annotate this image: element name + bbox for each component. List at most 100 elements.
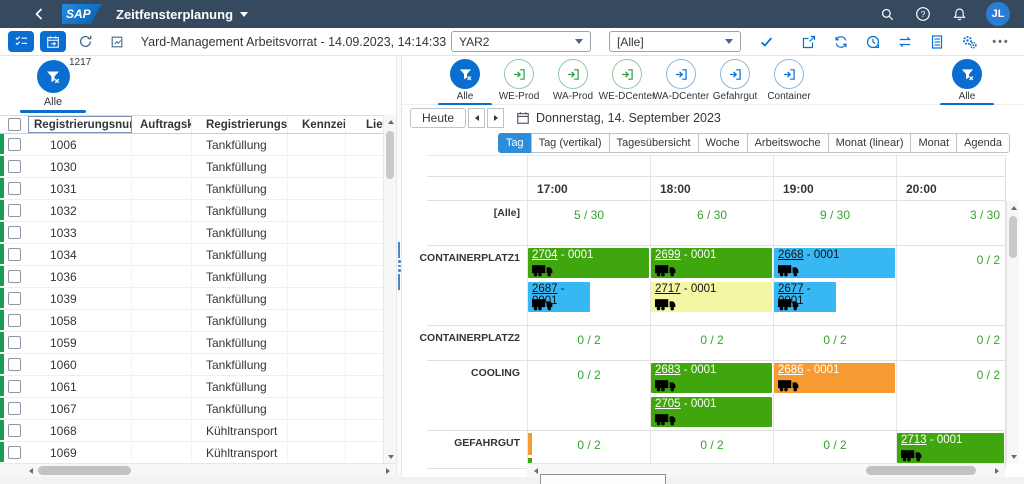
row-checkbox[interactable] (0, 244, 28, 265)
checkbox-icon[interactable] (8, 446, 21, 459)
app-title-menu[interactable]: Zeitfensterplanung (116, 7, 248, 22)
calendar-filter-chip-wa-prod[interactable]: WA-Prod (546, 59, 600, 102)
row-checkbox[interactable] (0, 156, 28, 177)
calendar-toggle-button[interactable] (40, 31, 66, 52)
search-icon[interactable] (878, 5, 896, 23)
calendar-filter-chip-gefahrgut[interactable]: Gefahrgut (708, 59, 762, 102)
help-icon[interactable]: ? (914, 5, 932, 23)
calendar-cell[interactable]: 5 / 30 (527, 201, 650, 245)
column-header-2[interactable]: Registrierungsprofil (192, 116, 288, 133)
table-row[interactable]: 1060Tankfüllung (0, 354, 390, 376)
table-vertical-scrollbar[interactable] (383, 115, 396, 463)
appointment[interactable]: 2686 - 0001 (774, 363, 895, 393)
row-checkbox[interactable] (0, 178, 28, 199)
table-row[interactable]: 1034Tankfüllung (0, 244, 390, 266)
appointment-id[interactable]: 2704 (532, 249, 558, 261)
calendar-cell[interactable]: 0 / 2 (773, 326, 896, 360)
share-icon[interactable] (800, 33, 818, 51)
table-row[interactable]: 1033Tankfüllung (0, 222, 390, 244)
view-tab-monat[interactable]: Monat (910, 133, 957, 153)
checkbox-icon[interactable] (8, 292, 21, 305)
column-header-1[interactable]: Auftragskey (132, 116, 192, 133)
calendar-cell[interactable]: 3 / 30 (896, 201, 1006, 245)
row-checkbox[interactable] (0, 442, 28, 463)
calendar-cell[interactable]: 2686 - 0001 (773, 361, 896, 430)
scrollbar-thumb[interactable] (866, 466, 976, 475)
scroll-right-arrow[interactable] (381, 464, 394, 477)
table-row[interactable]: 1039Tankfüllung (0, 288, 390, 310)
row-checkbox[interactable] (0, 332, 28, 353)
checkbox-icon[interactable] (8, 314, 21, 327)
row-checkbox[interactable] (0, 134, 28, 155)
checkbox-icon[interactable] (8, 402, 21, 415)
appointment-id[interactable]: 2683 (655, 364, 681, 376)
table-row[interactable]: 1061Tankfüllung (0, 376, 390, 398)
checkbox-icon[interactable] (8, 336, 21, 349)
appointment[interactable]: 2717 - 0001 (651, 282, 772, 312)
filter-select[interactable]: [Alle] (609, 31, 741, 52)
scrollbar-thumb[interactable] (38, 466, 131, 475)
row-checkbox[interactable] (0, 200, 28, 221)
appointment-id[interactable]: 2705 (655, 398, 681, 410)
row-checkbox[interactable] (0, 376, 28, 397)
table-row[interactable]: 1036Tankfüllung (0, 266, 390, 288)
history-clock-icon[interactable] (864, 33, 882, 51)
calendar-filter-chip-we-prod[interactable]: WE-Prod (492, 59, 546, 102)
appointment-id[interactable]: 2668 (778, 249, 804, 261)
view-tab-arbeitswoche[interactable]: Arbeitswoche (747, 133, 829, 153)
appointment-id[interactable]: 2687 (532, 283, 558, 295)
worklist-toggle-button[interactable] (8, 31, 34, 52)
checkbox-icon[interactable] (8, 118, 21, 131)
appointment[interactable]: 2683 - 0001 (651, 363, 772, 393)
scroll-right-arrow[interactable] (990, 464, 1003, 477)
appointment[interactable]: 2705 - 0001 (651, 397, 772, 427)
calendar-cell[interactable]: 0 / 2 (527, 326, 650, 360)
calendar-cell[interactable]: 0 / 2 (650, 326, 773, 360)
column-header-3[interactable]: Kennzeichen (288, 116, 346, 133)
calendar-cell[interactable]: 0 / 2 (527, 361, 650, 430)
table-row[interactable]: 1030Tankfüllung (0, 156, 390, 178)
table-row[interactable]: 1032Tankfüllung (0, 200, 390, 222)
calendar-filter-chip-container[interactable]: Container (762, 59, 816, 102)
row-checkbox[interactable] (0, 288, 28, 309)
calendar-cell[interactable]: 9 / 30 (773, 201, 896, 245)
row-checkbox[interactable] (0, 266, 28, 287)
scroll-left-arrow[interactable] (24, 464, 37, 477)
checkbox-icon[interactable] (8, 358, 21, 371)
table-row[interactable]: 1067Tankfüllung (0, 398, 390, 420)
column-header-0[interactable]: Registrierungsnummer (28, 116, 132, 133)
scrollbar-thumb[interactable] (386, 131, 394, 179)
checkbox-icon[interactable] (8, 424, 21, 437)
checkbox-icon[interactable] (8, 226, 21, 239)
legend-list-icon[interactable] (928, 33, 946, 51)
checkbox-icon[interactable] (8, 160, 21, 173)
scroll-up-arrow[interactable] (1007, 201, 1020, 214)
back-icon[interactable] (24, 7, 54, 21)
calendar-filter-chip-alle[interactable]: Alle (438, 59, 492, 106)
appointment-id[interactable]: 2717 (655, 283, 681, 295)
refresh-icon[interactable] (832, 33, 850, 51)
splitter-grip[interactable] (398, 242, 401, 290)
checkbox-icon[interactable] (8, 204, 21, 217)
table-horizontal-scrollbar[interactable] (0, 463, 396, 477)
table-row[interactable]: 1031Tankfüllung (0, 178, 390, 200)
notifications-bell-icon[interactable] (950, 5, 968, 23)
calendar-cell[interactable]: 0 / 2 (896, 361, 1006, 430)
select-all-checkbox[interactable] (0, 116, 28, 133)
row-checkbox[interactable] (0, 354, 28, 375)
calendar-filter-chip-wa-dcenter[interactable]: WA-DCenter (654, 59, 708, 102)
today-button[interactable]: Heute (410, 108, 466, 128)
view-tab-tag-vertikal-[interactable]: Tag (vertikal) (531, 133, 610, 153)
export-image-icon[interactable] (104, 31, 130, 52)
appointment[interactable]: 2713 - 0001 (897, 433, 1004, 463)
appointment-id[interactable]: 2677 (778, 283, 804, 295)
next-day-button[interactable] (487, 108, 504, 128)
checkbox-icon[interactable] (8, 380, 21, 393)
calendar-cell[interactable]: 2668 - 00012677 - 0001 (773, 246, 896, 325)
table-row[interactable]: 1059Tankfüllung (0, 332, 390, 354)
checkbox-icon[interactable] (8, 270, 21, 283)
calendar-cell[interactable]: 2704 - 00012687 - 0001 (527, 246, 650, 325)
table-row[interactable]: 1068Kühltransport (0, 420, 390, 442)
table-row[interactable]: 1069Kühltransport (0, 442, 390, 463)
checkbox-icon[interactable] (8, 248, 21, 261)
